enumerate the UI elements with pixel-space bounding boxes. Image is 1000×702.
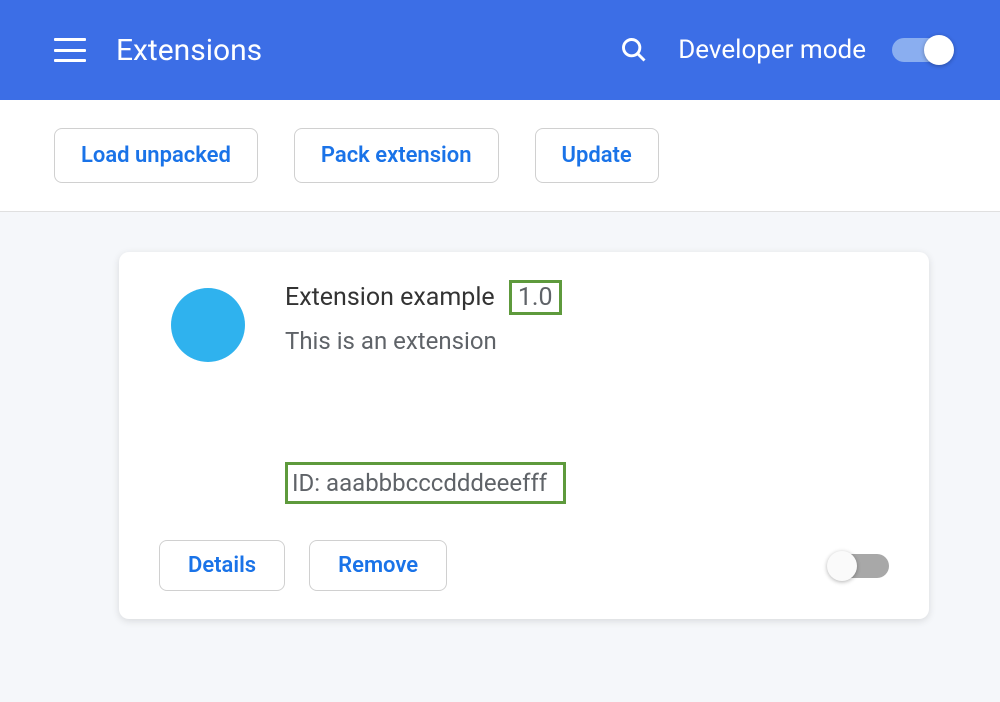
extension-icon [171, 288, 245, 362]
extension-name: Extension example [285, 283, 495, 312]
update-button[interactable]: Update [535, 128, 659, 183]
pack-extension-button[interactable]: Pack extension [294, 128, 499, 183]
details-button[interactable]: Details [159, 540, 285, 591]
hamburger-menu-icon[interactable] [54, 38, 86, 62]
developer-mode-label: Developer mode [678, 35, 866, 65]
extension-version: 1.0 [509, 280, 562, 315]
header-bar: Extensions Developer mode [0, 0, 1000, 100]
search-icon[interactable] [620, 36, 648, 64]
developer-mode-toggle[interactable] [892, 38, 952, 62]
extension-id: ID: aaabbbcccdddeeefff [285, 462, 566, 504]
extension-enable-toggle[interactable] [829, 554, 889, 578]
remove-button[interactable]: Remove [309, 540, 447, 591]
extension-card: Extension example 1.0 This is an extensi… [119, 252, 929, 619]
developer-toolbar: Load unpacked Pack extension Update [0, 100, 1000, 212]
page-title: Extensions [116, 33, 262, 68]
load-unpacked-button[interactable]: Load unpacked [54, 128, 258, 183]
extension-description: This is an extension [285, 327, 929, 355]
extensions-content: Extension example 1.0 This is an extensi… [0, 212, 1000, 702]
